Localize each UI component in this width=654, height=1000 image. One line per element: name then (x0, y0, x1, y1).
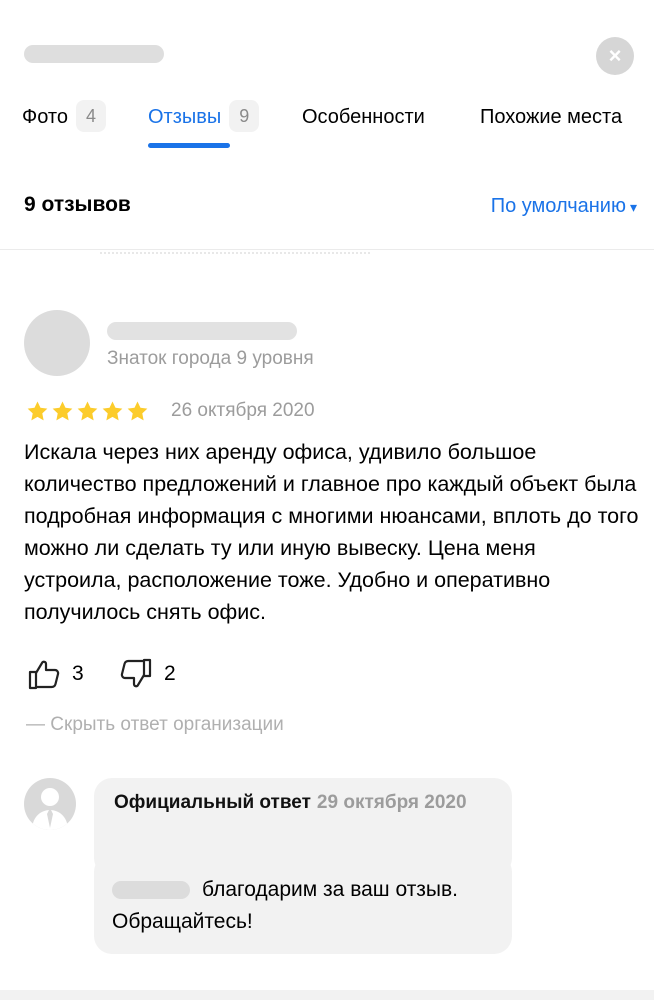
tab-label: Фото (22, 106, 68, 128)
organization-avatar (24, 778, 76, 830)
tab-count-badge: 9 (229, 100, 260, 132)
like-button[interactable]: 3 (26, 656, 84, 692)
active-tab-indicator (148, 143, 230, 148)
tab-label: Похожие места (480, 106, 623, 128)
avatar[interactable] (24, 310, 90, 376)
author-name-placeholder[interactable] (107, 322, 297, 340)
review-text: Искала через них аренду офиса, удивило б… (24, 440, 639, 624)
rating-stars (26, 400, 149, 423)
previous-review-fade (100, 252, 370, 258)
tab-count-badge: 4 (75, 100, 106, 132)
author-level: Знаток города 9 уровня (107, 348, 314, 369)
thumbs-up-icon (28, 660, 60, 690)
tabs-bar: Фото 4 Отзывы 9 Особенности Похожие мест… (0, 100, 654, 150)
review-date: 26 октября 2020 (171, 400, 315, 421)
tab-similar-places[interactable]: Похожие места (480, 100, 622, 150)
star-icon (127, 401, 148, 421)
tab-label: Особенности (302, 106, 425, 128)
tab-label: Отзывы (148, 106, 222, 128)
dislike-button[interactable]: 2 (118, 656, 176, 692)
dislike-count: 2 (164, 662, 176, 685)
official-answer-label: Официальный ответ (114, 792, 311, 813)
star-icon (27, 401, 48, 421)
bottom-divider (0, 990, 654, 1000)
official-answer-date: 29 октября 2020 (316, 792, 467, 813)
card-header: × Фото 4 Отзывы 9 Особенности Похожие ме… (0, 0, 654, 250)
chevron-down-icon: ▾ (629, 199, 637, 215)
sort-label: По умолчанию (490, 195, 626, 217)
official-answer-text: благодарим за ваш отзыв. Обращайтесь! (112, 878, 459, 933)
place-title-placeholder (24, 45, 164, 63)
thumbs-down-icon (120, 658, 152, 688)
star-icon (77, 401, 98, 421)
sort-dropdown[interactable]: По умолчанию ▾ (491, 195, 637, 218)
tab-photo[interactable]: Фото 4 (22, 100, 106, 150)
star-icon (52, 401, 73, 421)
reviews-count-title: 9 отзывов (24, 193, 131, 216)
close-button[interactable]: × (596, 37, 634, 75)
like-count: 3 (72, 662, 84, 685)
official-answer-title: Официальный ответ 29 октября 2020 (114, 789, 494, 817)
close-icon: × (608, 43, 622, 68)
person-icon (32, 788, 68, 830)
tab-features[interactable]: Особенности (302, 100, 425, 150)
hide-answer-link[interactable]: — Скрыть ответ организации (26, 714, 284, 736)
star-icon (102, 401, 123, 421)
